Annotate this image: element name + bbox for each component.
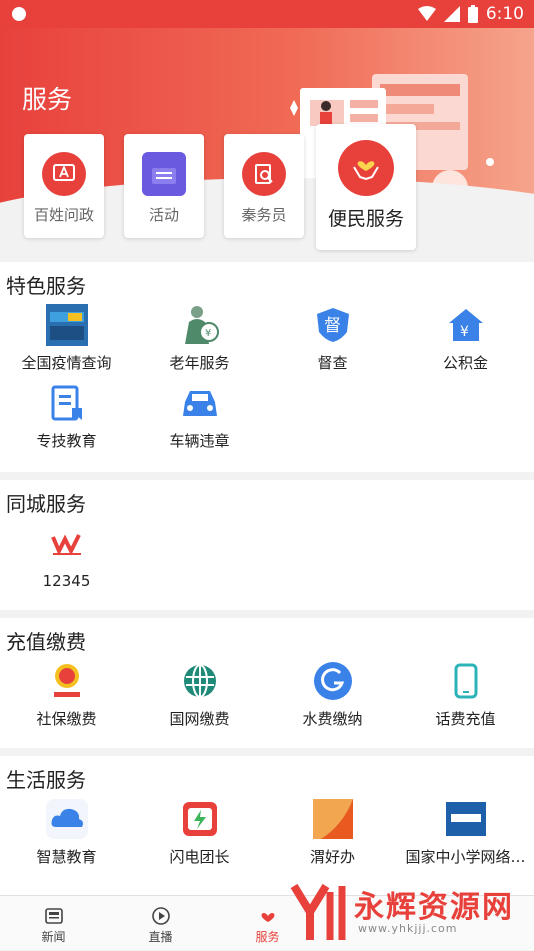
fund-house-icon: ¥ [445,304,487,346]
national-school-icon [445,798,487,840]
quick-item-activity[interactable]: 活动 [124,134,204,238]
tax-emblem-icon [46,660,88,702]
section-title: 特色服务 [6,274,86,298]
watermark-logo-icon [290,883,346,940]
service-smart-education[interactable]: 智慧教育 [0,798,133,867]
section-recharge: 充值缴费 社保缴费 国网缴费 水费缴纳 话费充值 [0,618,534,748]
status-bar: 6:10 [0,0,534,28]
play-icon [151,906,171,926]
service-social-security[interactable]: 社保缴费 [0,660,133,729]
status-indicators: 6:10 [417,4,524,24]
section-title: 生活服务 [6,768,86,792]
service-label: 国家中小学网络… [405,848,526,866]
page-title: 服务 [22,85,73,114]
section-city: 同城服务 12345 [0,480,534,610]
service-label: 公积金 [442,354,488,372]
inspection-badge-icon: 督 [312,304,354,346]
epidemic-query-icon [45,304,88,346]
cloud-education-icon [45,798,88,840]
tab-label: 新闻 [41,930,66,944]
service-label: 全国疫情查询 [21,354,112,372]
water-icon [312,660,354,702]
quick-item-label: 便民服务 [327,208,404,230]
phone-icon [445,660,487,702]
service-education[interactable]: 专技教育 [0,382,133,451]
quick-item-convenience[interactable]: 便民服务 [316,124,416,250]
service-state-grid[interactable]: 国网缴费 [133,660,266,729]
service-phone[interactable]: 话费充值 [399,660,532,729]
service-label: 专技教育 [36,432,97,450]
service-vehicle[interactable]: 车辆违章 [133,382,266,451]
message-a-icon [42,152,86,196]
notification-dot-icon [12,7,26,21]
signboard-icon [142,152,186,196]
service-label: 社保缴费 [36,710,97,728]
status-time: 6:10 [485,4,524,24]
section-life: 生活服务 智慧教育 闪电团长 渭好办 国家中小学网络… [0,756,534,896]
hotline-logo-icon [46,524,88,566]
quick-item-label: 活动 [148,206,179,224]
quick-item-label: 百姓问政 [33,206,94,224]
service-inspection[interactable]: 督 督查 [266,304,399,373]
service-label: 渭好办 [309,848,355,866]
service-lightning[interactable]: 闪电团长 [133,798,266,867]
tab-live[interactable]: 直播 [107,896,214,951]
doc-search-icon [242,152,286,196]
section-title: 充值缴费 [6,630,86,654]
tab-news[interactable]: 新闻 [0,896,107,951]
svg-text:¥: ¥ [205,328,211,339]
battery-icon [467,5,478,23]
svg-text:¥: ¥ [460,324,469,340]
service-label: 水费缴纳 [302,710,363,728]
section-featured: 特色服务 全国疫情查询 ¥ 老年服务 督 督查 ¥ 公积金 专技教育 车辆违章 [0,262,534,472]
service-label: 督查 [317,354,348,372]
state-grid-icon [179,660,221,702]
education-doc-icon [46,382,88,424]
section-title: 同城服务 [6,492,86,516]
tab-label: 直播 [148,930,173,944]
quick-item-wenzheng[interactable]: 百姓问政 [24,134,104,238]
weihaoban-icon [312,798,354,840]
service-epidemic[interactable]: 全国疫情查询 [0,304,133,373]
service-elderly[interactable]: ¥ 老年服务 [133,304,266,373]
service-label: 老年服务 [169,354,230,372]
elderly-icon: ¥ [179,304,221,346]
quick-item-qinwuyuan[interactable]: 秦务员 [224,134,304,238]
heart-hands-icon [338,140,394,196]
quick-services: 百姓问政 活动 秦务员 便民服务 [24,124,424,254]
service-label: 智慧教育 [36,848,97,866]
wifi-icon [417,6,436,21]
service-label: 12345 [42,572,91,590]
service-label: 闪电团长 [169,848,230,866]
quick-item-label: 秦务员 [241,206,287,224]
service-12345[interactable]: 12345 [0,524,133,590]
service-weihaoban[interactable]: 渭好办 [266,798,399,867]
service-label: 话费充值 [435,710,496,728]
service-national-school[interactable]: 国家中小学网络… [399,798,532,867]
watermark: 永辉资源网 www.yhkjjj.com [288,878,528,950]
service-water[interactable]: 水费缴纳 [266,660,399,729]
service-heart-icon [258,906,278,926]
service-label: 国网缴费 [169,710,230,728]
watermark-url: www.yhkjjj.com [358,922,458,935]
news-icon [44,906,64,926]
car-icon [179,382,221,424]
svg-text:督: 督 [324,316,341,336]
service-label: 车辆违章 [169,432,230,450]
watermark-text: 永辉资源网 [354,890,514,925]
lightning-icon [179,798,221,840]
service-fund[interactable]: ¥ 公积金 [399,304,532,373]
signal-icon [443,6,460,22]
